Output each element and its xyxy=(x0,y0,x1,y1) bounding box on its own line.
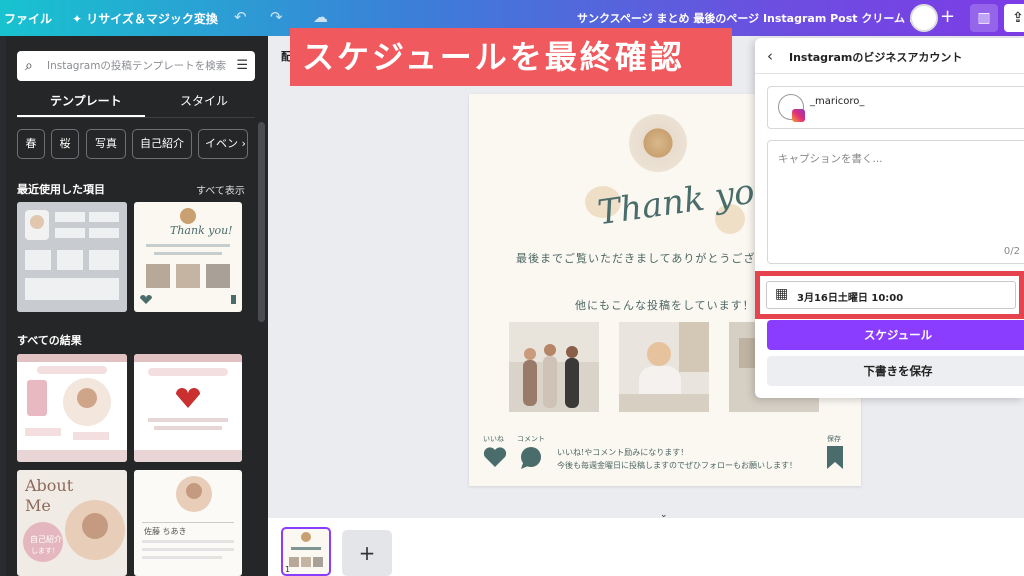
tab-templates[interactable]: テンプレート xyxy=(50,92,122,109)
thumb-about-text: About xyxy=(25,476,74,495)
user-avatar[interactable] xyxy=(910,4,938,32)
add-page-button[interactable]: + xyxy=(342,530,392,576)
chip-self-intro[interactable]: 自己紹介 xyxy=(132,129,192,159)
caption-banner: スケジュールを最終確認 xyxy=(290,28,732,86)
undo-icon[interactable]: ↶ xyxy=(234,8,247,26)
resize-label: リサイズ＆マジック変換 xyxy=(86,12,218,26)
recent-template-2[interactable]: Thank you! xyxy=(134,202,242,312)
save-draft-button[interactable]: 下書きを保存 xyxy=(767,356,1024,386)
resize-button[interactable]: ✦ リサイズ＆マジック変換 xyxy=(72,10,218,27)
date-highlight: ▦ 3月16日土曜日 10:00 xyxy=(755,271,1024,319)
recent-heading: 最近使用した項目 xyxy=(17,183,105,196)
recent-template-1[interactable] xyxy=(17,202,127,312)
chip-event[interactable]: イベン › xyxy=(198,129,248,159)
active-tab-indicator xyxy=(17,115,145,117)
result-template-1[interactable] xyxy=(17,354,127,462)
thumb-me-text: Me xyxy=(25,496,51,515)
post-photo-2[interactable] xyxy=(619,322,709,412)
template-preview xyxy=(140,208,236,304)
cloud-icon[interactable]: ☁ xyxy=(313,8,328,26)
schedule-panel-title: Instagramのビジネスアカウント xyxy=(789,51,963,64)
chip-event-label: イベン xyxy=(205,137,238,150)
template-preview xyxy=(134,354,242,462)
bottom-line-2: 今後も毎週金曜日に投稿しますのでぜひフォローもお願いします！ xyxy=(557,461,797,470)
account-selector[interactable]: _maricoro_ xyxy=(767,86,1024,129)
thumb-name-text: 佐藤 ちあき xyxy=(144,527,187,536)
template-preview xyxy=(142,476,234,559)
page-thumbnail[interactable]: 1 xyxy=(281,527,331,576)
caption-textarea[interactable]: キャプションを書く... 0/2 xyxy=(767,140,1024,264)
chip-photo[interactable]: 写真 xyxy=(86,129,126,159)
template-preview xyxy=(17,354,127,462)
save-label: 保存 xyxy=(827,435,841,443)
chart-icon[interactable]: ▥ xyxy=(970,4,998,32)
comment-icon xyxy=(521,447,541,469)
bookmark-icon xyxy=(827,446,843,469)
chevron-down-icon[interactable]: ⌄ xyxy=(660,510,668,520)
scheduled-date: 3月16日土曜日 10:00 xyxy=(797,293,904,304)
file-menu[interactable]: ファイル xyxy=(4,10,52,27)
post-photo-1[interactable] xyxy=(509,322,599,412)
divider xyxy=(755,73,1024,74)
filter-icon[interactable]: ☰ xyxy=(236,51,248,81)
date-picker[interactable]: ▦ 3月16日土曜日 10:00 xyxy=(766,281,1016,309)
chevron-right-icon: › xyxy=(238,137,246,150)
thumb-thank-text: Thank you! xyxy=(170,224,233,237)
result-template-4[interactable]: 佐藤 ちあき xyxy=(134,470,242,576)
tab-styles[interactable]: スタイル xyxy=(180,92,228,109)
magic-star-icon: ✦ xyxy=(72,12,83,26)
template-panel: ⌕ Instagramの投稿テンプレートを検索 ☰ テンプレート スタイル 春 … xyxy=(6,36,268,576)
bottom-message: いいね!やコメント励みになります！ 今後も毎週金曜日に投稿しますのでぜひフォロー… xyxy=(557,446,797,472)
redo-icon[interactable]: ↷ xyxy=(270,8,283,26)
template-preview xyxy=(17,202,127,312)
search-placeholder: Instagramの投稿テンプレートを検索 xyxy=(47,60,227,72)
notebook-photo xyxy=(629,114,687,172)
calendar-icon: ▦ xyxy=(775,286,789,302)
character-count: 0/2 xyxy=(1003,246,1020,257)
thanks-message[interactable]: 最後までご覧いただきましてありがとうござ xyxy=(516,250,755,266)
page-number: 1 xyxy=(285,565,291,574)
other-posts-heading[interactable]: 他にもこんな投稿をしています！ xyxy=(575,297,755,313)
thumb-shimasu-text: します！ xyxy=(31,547,59,555)
search-input[interactable]: ⌕ Instagramの投稿テンプレートを検索 ☰ xyxy=(17,51,255,81)
see-all-link[interactable]: すべて表示 xyxy=(196,182,245,197)
bottom-line-1: いいね!やコメント励みになります！ xyxy=(557,448,689,457)
instagram-icon xyxy=(792,109,805,122)
chip-spring[interactable]: 春 xyxy=(17,129,45,159)
caption-placeholder: キャプションを書く... xyxy=(778,153,883,165)
search-icon: ⌕ xyxy=(25,58,33,74)
share-icon[interactable]: ⇪ xyxy=(1004,4,1024,32)
comment-label: コメント xyxy=(517,435,545,443)
panel-scrollbar[interactable] xyxy=(258,122,265,322)
schedule-button[interactable]: スケジュール xyxy=(767,320,1024,350)
document-title[interactable]: サンクスページ まとめ 最後のページ Instagram Post クリーム .… xyxy=(577,10,921,26)
tab-divider xyxy=(17,117,255,118)
chip-sakura[interactable]: 桜 xyxy=(51,129,79,159)
result-template-2[interactable] xyxy=(134,354,242,462)
all-results-heading: すべての結果 xyxy=(17,334,82,347)
add-collaborator-icon[interactable]: + xyxy=(940,6,955,27)
like-label: いいね xyxy=(483,435,504,443)
chevron-left-icon[interactable]: ‹ xyxy=(767,47,773,65)
thumb-intro-text: 自己紹介 xyxy=(30,535,62,544)
result-template-3[interactable]: About Me 自己紹介 します！ xyxy=(17,470,127,576)
account-name: _maricoro_ xyxy=(810,96,865,107)
heart-icon xyxy=(483,447,507,467)
